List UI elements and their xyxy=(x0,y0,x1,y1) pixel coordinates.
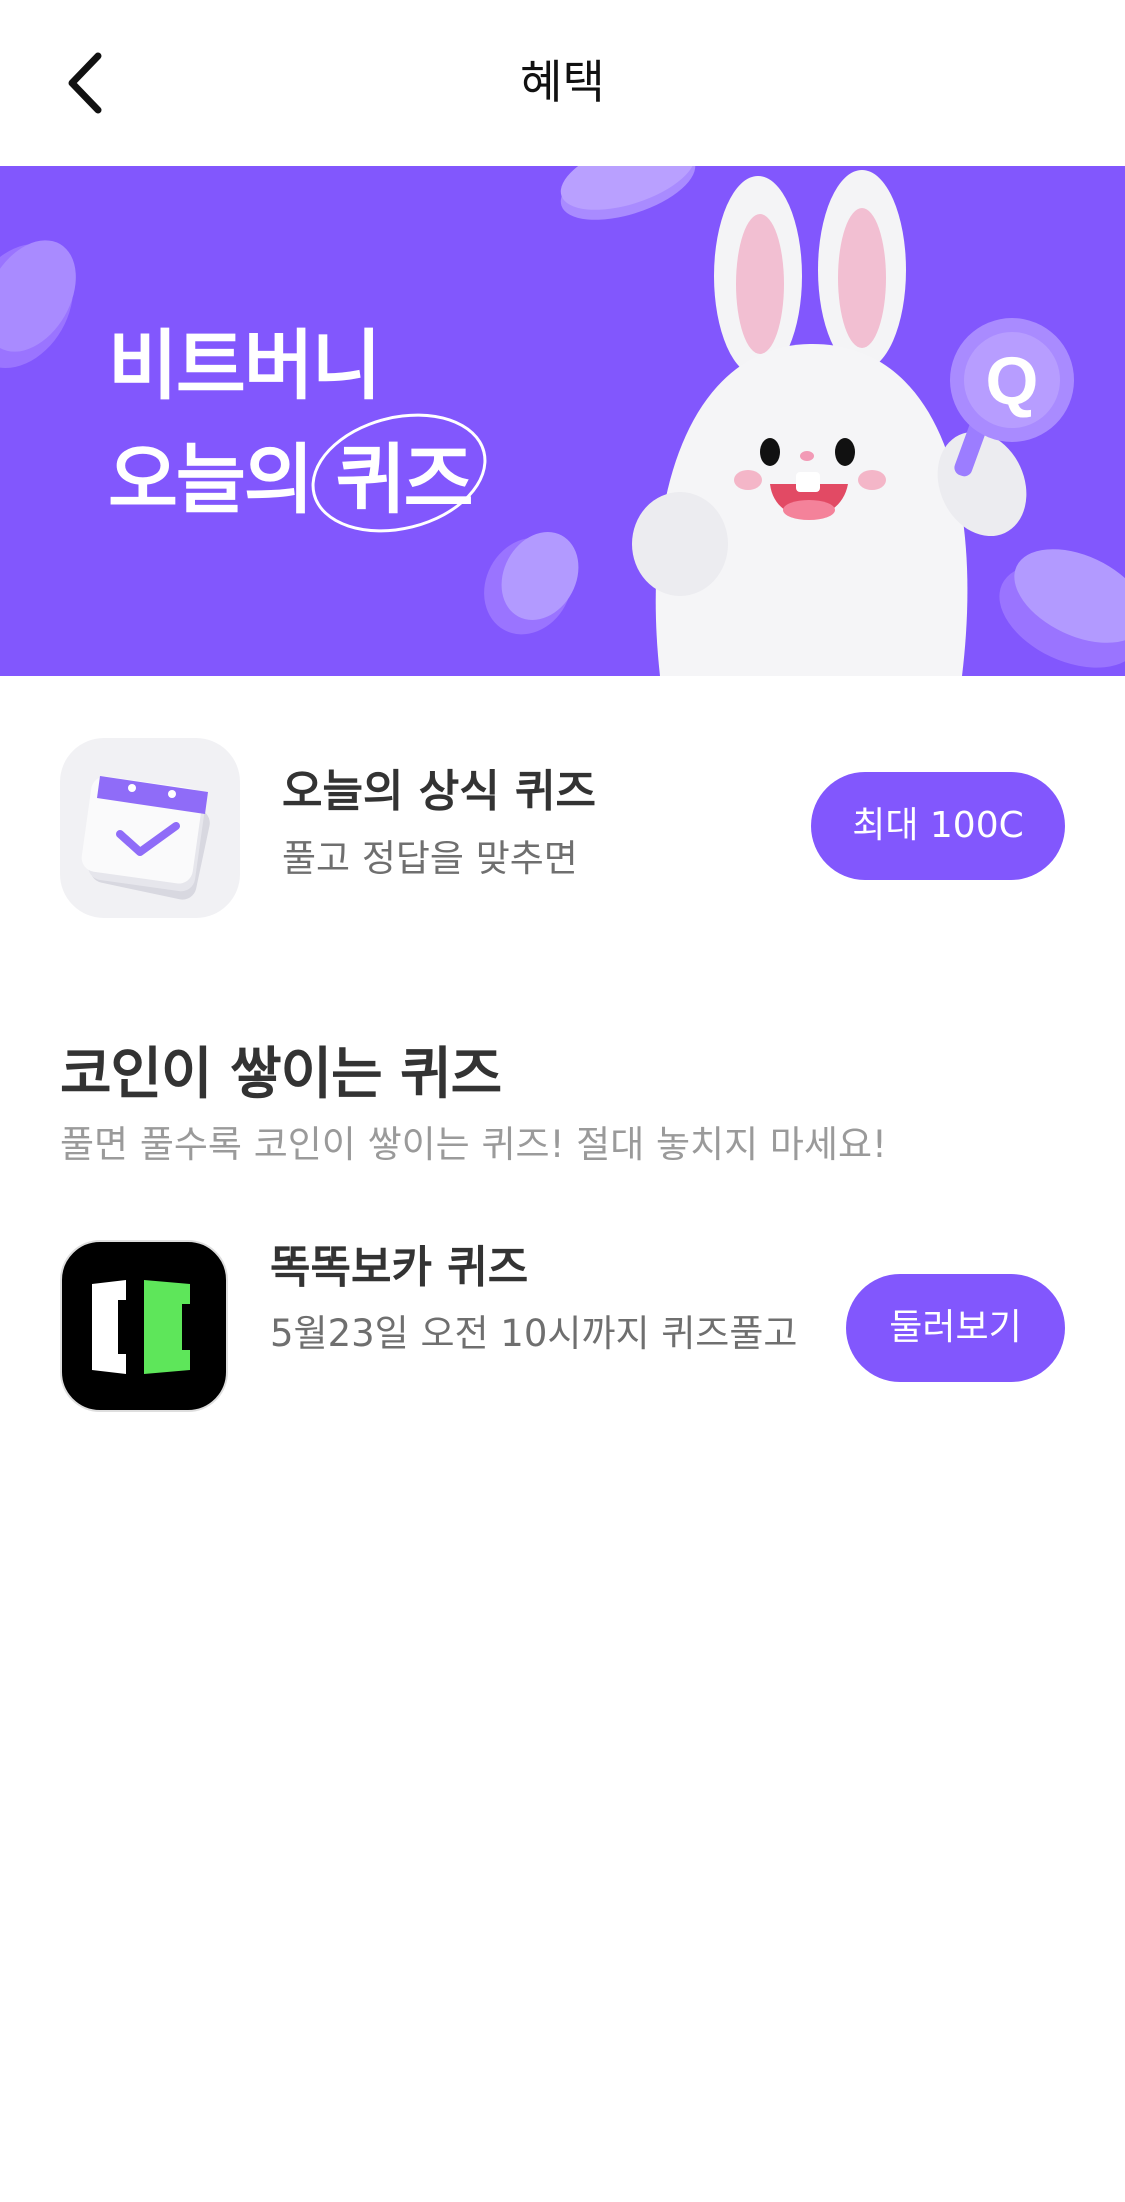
browse-button[interactable]: 둘러보기 xyxy=(846,1274,1065,1382)
daily-quiz-title: 오늘의 상식 퀴즈 xyxy=(282,766,596,817)
coin-icon xyxy=(560,166,696,220)
banner-title-line1: 비트버니 xyxy=(108,321,382,410)
coin-icon xyxy=(484,532,579,635)
app-bar: 혜택 xyxy=(0,0,1125,166)
calendar-tile xyxy=(60,738,240,918)
banner-illustration: Q xyxy=(0,166,1125,676)
coin-icon xyxy=(999,549,1125,668)
badge-letter: Q xyxy=(986,343,1039,419)
quiz-item-title: 똑똑보카 퀴즈 xyxy=(270,1242,529,1293)
daily-quiz-row[interactable]: 오늘의 상식 퀴즈 풀고 정답을 맞추면 최대 100C xyxy=(0,676,1125,976)
quiz-banner[interactable]: Q 비트버니 오늘의 퀴즈 xyxy=(0,166,1125,676)
benefits-screen: 혜택 Q 비트버니 오늘의 퀴즈 오늘의 상식 퀴즈 풀고 정답을 맞추면 최대… xyxy=(0,0,1125,2202)
daily-quiz-subtitle: 풀고 정답을 맞추면 xyxy=(282,837,578,880)
ttokttok-voca-icon xyxy=(92,1280,190,1374)
quiz-item-description: 5월23일 오전 10시까지 퀴즈풀고 xyxy=(270,1312,798,1355)
coin-icon xyxy=(0,240,76,368)
section-title: 코인이 쌓이는 퀴즈 xyxy=(60,1042,502,1107)
list-item[interactable]: 똑똑보카 퀴즈 5월23일 오전 10시까지 퀴즈풀고 둘러보기 xyxy=(0,1220,1125,1440)
max-reward-button[interactable]: 최대 100C xyxy=(811,772,1065,880)
ttokttok-voca-logo xyxy=(60,1240,228,1412)
banner-title-prefix: 오늘의 xyxy=(108,435,314,524)
page-title: 혜택 xyxy=(520,55,605,109)
section-subtitle: 풀면 풀수록 코인이 쌓이는 퀴즈! 절대 놓치지 마세요! xyxy=(60,1123,887,1166)
calendar-check-icon xyxy=(81,776,210,900)
